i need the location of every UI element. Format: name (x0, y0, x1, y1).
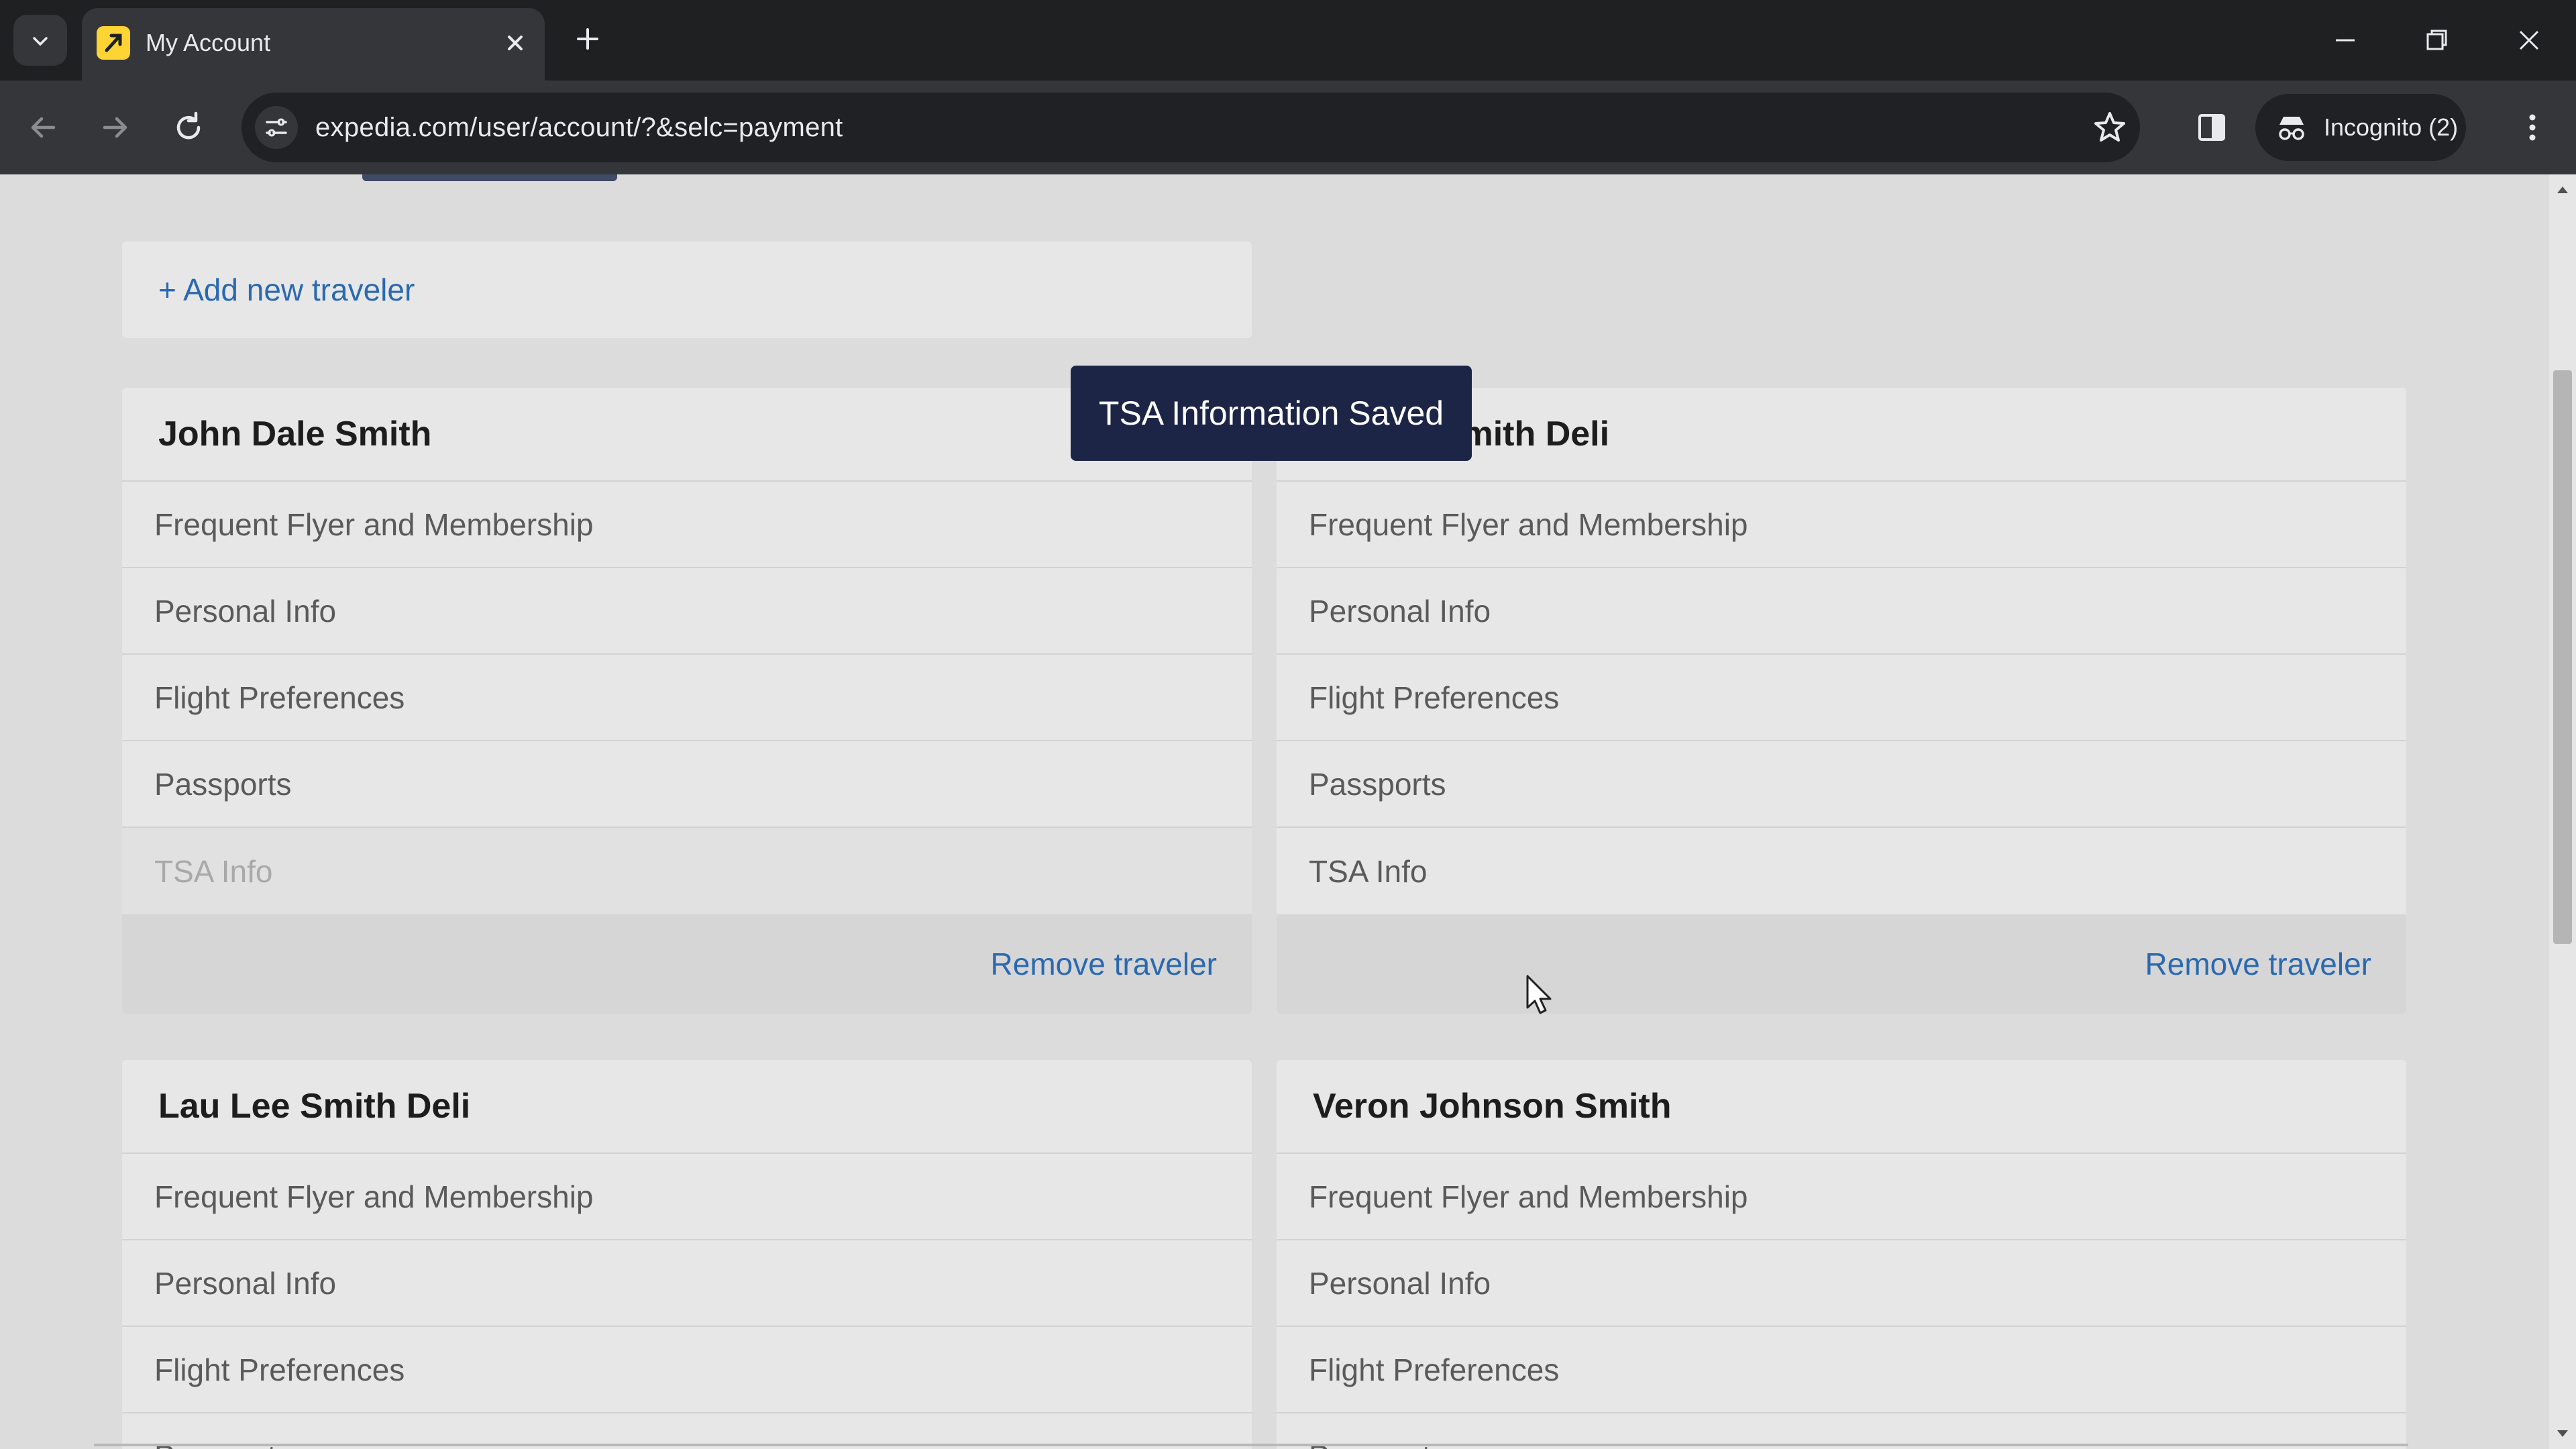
chevron-down-icon (33, 37, 48, 46)
tsa-saved-toast: TSA Information Saved (1071, 366, 1472, 461)
add-traveler-card: + Add new traveler (122, 241, 1252, 338)
horizontal-scrollbar-track (94, 1444, 2408, 1446)
address-bar[interactable]: expedia.com/user/account/?&selc=payment (241, 93, 2140, 162)
browser-tab[interactable]: My Account (82, 8, 545, 80)
site-info-icon[interactable] (255, 106, 298, 149)
vertical-scrollbar[interactable] (2549, 174, 2576, 1449)
traveler-name: Veron Johnson Smith (1277, 1060, 2406, 1154)
mouse-cursor-icon (1526, 975, 1552, 1014)
remove-traveler-link[interactable]: Remove traveler (2145, 944, 2371, 984)
flight-preferences-link[interactable]: Flight Preferences (122, 1327, 1252, 1413)
card-footer: Remove traveler (1277, 914, 2406, 1014)
close-tab-icon[interactable] (495, 23, 535, 63)
url-text: expedia.com/user/account/?&selc=payment (315, 113, 843, 142)
frequent-flyer-link[interactable]: Frequent Flyer and Membership (1277, 1154, 2406, 1240)
tsa-info-link[interactable]: TSA Info (122, 828, 1252, 914)
tab-strip: My Account (0, 0, 2576, 80)
browser-toolbar: expedia.com/user/account/?&selc=payment … (0, 80, 2576, 174)
active-tab-indicator (362, 174, 617, 181)
reload-icon[interactable] (165, 104, 212, 151)
tab-search-button[interactable] (13, 15, 67, 66)
frequent-flyer-link[interactable]: Frequent Flyer and Membership (122, 1154, 1252, 1240)
expedia-favicon-icon (97, 26, 130, 60)
remove-traveler-link[interactable]: Remove traveler (991, 944, 1217, 984)
tsa-info-link[interactable]: TSA Info (1277, 828, 2406, 914)
minimize-icon[interactable] (2325, 20, 2365, 60)
incognito-label: Incognito (2) (2324, 113, 2459, 141)
scrollbar-thumb[interactable] (2553, 370, 2572, 944)
restore-icon[interactable] (2416, 20, 2457, 60)
flight-preferences-link[interactable]: Flight Preferences (122, 655, 1252, 741)
scroll-down-arrow-icon[interactable] (2556, 1429, 2569, 1440)
traveler-card: Lauren Smith Deli Frequent Flyer and Mem… (1277, 388, 2406, 1014)
passports-link[interactable]: Passports (122, 741, 1252, 828)
scroll-up-arrow-icon[interactable] (2556, 184, 2569, 195)
new-tab-icon[interactable] (568, 19, 608, 59)
traveler-card: John Dale Smith Frequent Flyer and Membe… (122, 388, 1252, 1014)
passports-link[interactable]: Passports (1277, 741, 2406, 828)
side-panel-icon[interactable] (2188, 104, 2235, 151)
forward-icon[interactable] (91, 104, 138, 151)
flight-preferences-link[interactable]: Flight Preferences (1277, 1327, 2406, 1413)
tab-title: My Account (146, 29, 271, 56)
incognito-badge[interactable]: Incognito (2) (2255, 94, 2466, 161)
flight-preferences-link[interactable]: Flight Preferences (1277, 655, 2406, 741)
personal-info-link[interactable]: Personal Info (1277, 568, 2406, 655)
incognito-icon (2279, 117, 2304, 140)
frequent-flyer-link[interactable]: Frequent Flyer and Membership (122, 482, 1252, 568)
card-footer: Remove traveler (122, 914, 1252, 1014)
more-menu-icon[interactable] (2509, 104, 2556, 151)
add-new-traveler-link[interactable]: + Add new traveler (158, 270, 415, 310)
frequent-flyer-link[interactable]: Frequent Flyer and Membership (1277, 482, 2406, 568)
bookmark-star-icon[interactable] (2086, 104, 2133, 151)
personal-info-link[interactable]: Personal Info (122, 1240, 1252, 1327)
personal-info-link[interactable]: Personal Info (122, 568, 1252, 655)
back-icon[interactable] (20, 104, 67, 151)
traveler-card: Lau Lee Smith Deli Frequent Flyer and Me… (122, 1060, 1252, 1449)
traveler-card: Veron Johnson Smith Frequent Flyer and M… (1277, 1060, 2406, 1449)
traveler-name: Lau Lee Smith Deli (122, 1060, 1252, 1154)
personal-info-link[interactable]: Personal Info (1277, 1240, 2406, 1327)
close-window-icon[interactable] (2509, 20, 2549, 60)
